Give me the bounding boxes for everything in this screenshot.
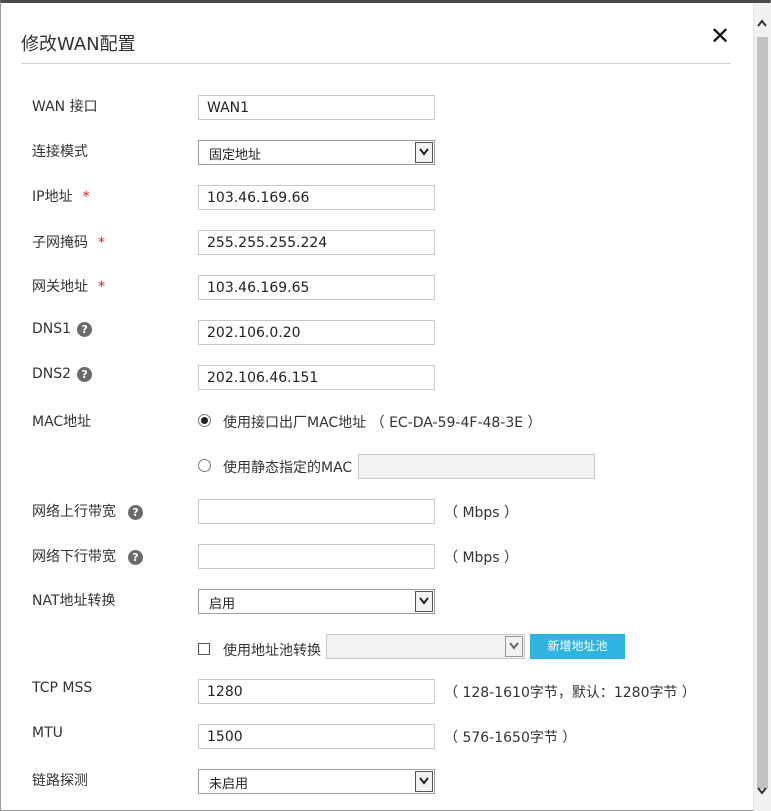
downlink-bandwidth-label: 网络下行带宽? <box>32 546 143 566</box>
downlink-bandwidth-field[interactable] <box>198 544 435 569</box>
link-detection-select[interactable]: 未启用 <box>198 769 435 794</box>
chevron-down-icon[interactable] <box>415 771 433 792</box>
mac-label: MAC地址 <box>32 414 92 430</box>
dns2-label-text: DNS2 <box>32 366 72 382</box>
wan-port-field[interactable] <box>198 95 435 120</box>
link-detection-value: 未启用 <box>209 777 249 792</box>
pool-checkbox-label[interactable]: 使用地址池转换 <box>223 640 321 660</box>
uplink-bandwidth-label-text: 网络上行带宽 <box>32 504 116 520</box>
radio-selected-dot <box>201 417 208 424</box>
help-icon[interactable]: ? <box>77 366 93 382</box>
help-icon[interactable]: ? <box>128 504 143 520</box>
help-icon[interactable]: ? <box>128 549 143 565</box>
subnet-mask-label: 子网掩码 * <box>32 232 105 252</box>
help-icon[interactable]: ? <box>77 321 93 337</box>
tcp-mss-label: TCP MSS <box>32 680 93 696</box>
dns2-field[interactable] <box>198 365 435 390</box>
required-mark: * <box>98 279 105 295</box>
dns1-label-text: DNS1 <box>32 321 72 337</box>
mac-static-option[interactable]: 使用静态指定的MAC <box>223 457 352 477</box>
required-mark: * <box>82 189 90 205</box>
scrollbar-thumb[interactable] <box>757 37 768 789</box>
dialog-title: 修改WAN配置 <box>21 34 136 55</box>
pool-select[interactable] <box>326 634 525 659</box>
chevron-down-icon[interactable] <box>415 591 433 612</box>
dns1-label: DNS1? <box>32 321 93 337</box>
vertical-scrollbar[interactable] <box>753 3 771 811</box>
uplink-bandwidth-field[interactable] <box>198 499 435 524</box>
nat-select[interactable]: 启用 <box>198 589 435 614</box>
pool-checkbox[interactable] <box>198 643 210 655</box>
close-icon[interactable]: ✕ <box>707 23 733 49</box>
downlink-bandwidth-unit: （ Mbps ） <box>444 550 519 566</box>
mac-factory-option[interactable]: 使用接口出厂MAC地址 （ EC-DA-59-4F-48-3E ） <box>223 412 542 432</box>
dns1-field[interactable] <box>198 320 435 345</box>
nat-label: NAT地址转换 <box>32 593 116 609</box>
gateway-label: 网关地址 * <box>32 276 105 296</box>
subnet-mask-label-text: 子网掩码 <box>32 235 88 251</box>
dns2-label: DNS2? <box>32 366 93 382</box>
mac-static-radio[interactable] <box>198 459 211 472</box>
required-mark: * <box>98 235 105 251</box>
mtu-field[interactable] <box>198 724 435 749</box>
tcp-mss-hint: （ 128-1610字节，默认：1280字节 ） <box>444 685 696 701</box>
add-pool-button[interactable]: 新增地址池 <box>530 634 625 659</box>
subnet-mask-field[interactable] <box>198 230 435 255</box>
wan-port-label: WAN 接口 <box>32 99 98 115</box>
connection-mode-label: 连接模式 <box>32 144 88 160</box>
ip-address-label: IP地址 * <box>32 186 90 206</box>
chevron-down-icon[interactable] <box>505 636 523 657</box>
modify-wan-dialog: 修改WAN配置 ✕ WAN 接口 连接模式 固定地址 IP地址 * 子网掩码 * 网… <box>0 0 771 811</box>
nat-value: 启用 <box>209 597 236 612</box>
mac-static-field[interactable] <box>358 454 595 479</box>
uplink-bandwidth-unit: （ Mbps ） <box>444 505 519 521</box>
gateway-field[interactable] <box>198 275 435 300</box>
connection-mode-value: 固定地址 <box>209 148 262 163</box>
mtu-hint: （ 576-1650字节 ） <box>444 730 577 746</box>
link-detection-label: 链路探测 <box>32 773 88 789</box>
ip-address-field[interactable] <box>198 185 435 210</box>
downlink-bandwidth-label-text: 网络下行带宽 <box>32 549 116 565</box>
gateway-label-text: 网关地址 <box>32 279 88 295</box>
chevron-down-icon[interactable] <box>415 142 433 163</box>
connection-mode-select[interactable]: 固定地址 <box>198 140 435 165</box>
mac-factory-radio[interactable] <box>198 414 211 427</box>
tcp-mss-field[interactable] <box>198 679 435 704</box>
scroll-up-icon[interactable] <box>756 17 768 31</box>
uplink-bandwidth-label: 网络上行带宽? <box>32 501 143 521</box>
scroll-down-icon[interactable] <box>756 783 768 797</box>
ip-address-label-text: IP地址 <box>32 189 73 205</box>
mtu-label: MTU <box>32 725 63 741</box>
title-divider <box>21 63 731 64</box>
